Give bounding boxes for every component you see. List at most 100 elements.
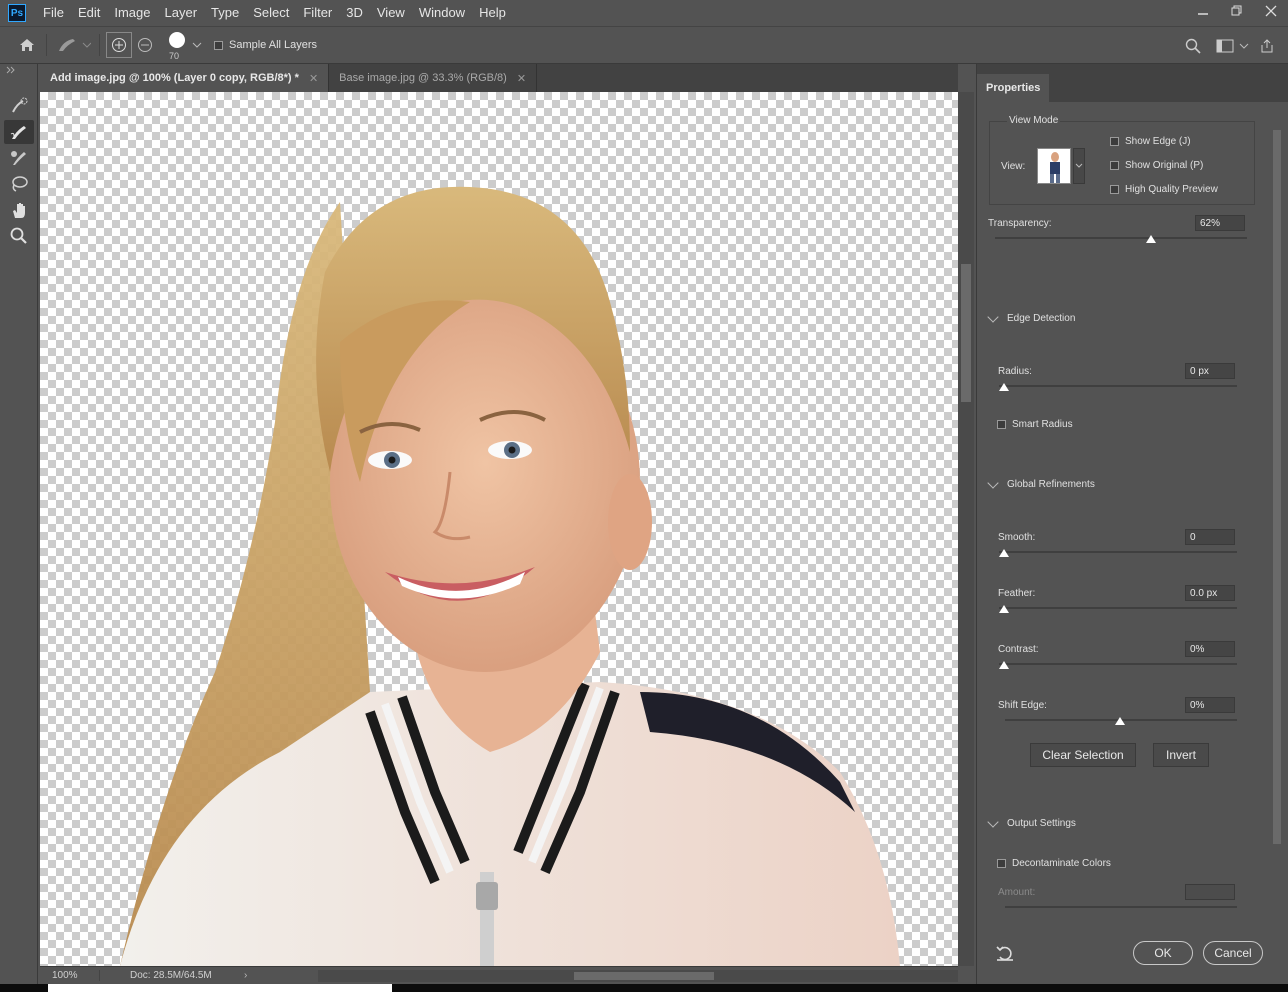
show-original-label: Show Original (P) <box>1125 160 1204 171</box>
transparency-field[interactable]: 62% <box>1195 215 1245 231</box>
amount-slider-track <box>1005 906 1237 908</box>
transparency-slider-knob[interactable] <box>1146 235 1157 243</box>
tool-preset-brush-icon[interactable] <box>53 32 93 58</box>
document-canvas[interactable] <box>40 92 958 966</box>
smooth-slider-knob[interactable] <box>999 549 1009 557</box>
menu-edit[interactable]: Edit <box>71 0 107 26</box>
decontaminate-colors-option[interactable]: Decontaminate Colors <box>997 858 1111 869</box>
panel-scrollbar[interactable] <box>1272 122 1282 982</box>
view-mode-dropdown-icon[interactable] <box>1073 148 1085 184</box>
subject-photo <box>120 186 900 966</box>
menu-window[interactable]: Window <box>412 0 472 26</box>
radius-slider-track[interactable] <box>999 385 1237 387</box>
contrast-field[interactable]: 0% <box>1185 641 1235 657</box>
menu-type[interactable]: Type <box>204 0 246 26</box>
shift-edge-label: Shift Edge: <box>998 700 1047 711</box>
amount-label: Amount: <box>998 887 1036 898</box>
smart-radius-option[interactable]: Smart Radius <box>997 419 1073 430</box>
lasso-tool-icon[interactable] <box>4 172 34 196</box>
canvas-vertical-scrollbar[interactable] <box>958 92 974 966</box>
shift-edge-field[interactable]: 0% <box>1185 697 1235 713</box>
smooth-field[interactable]: 0 <box>1185 529 1235 545</box>
close-icon[interactable] <box>1254 0 1288 22</box>
zoom-level[interactable]: 100% <box>40 970 100 981</box>
high-quality-preview-checkbox[interactable] <box>1110 185 1119 194</box>
brush-tool-icon[interactable] <box>4 146 34 170</box>
workspace-icon[interactable] <box>1212 33 1238 59</box>
transparency-slider-track[interactable] <box>995 237 1247 239</box>
smooth-slider-track[interactable] <box>999 551 1237 553</box>
global-refinements-header[interactable]: Global Refinements <box>987 476 1095 490</box>
properties-panel: Properties View Mode View: Show Edge (J)… <box>976 64 1288 984</box>
menu-3d[interactable]: 3D <box>339 0 370 26</box>
show-edge-option[interactable]: Show Edge (J) <box>1110 136 1191 147</box>
chevron-down-icon <box>987 476 999 489</box>
canvas-horizontal-scrollbar[interactable] <box>318 970 958 982</box>
contrast-slider-knob[interactable] <box>999 661 1009 669</box>
panel-collapse-icon[interactable] <box>0 64 37 92</box>
radius-field[interactable]: 0 px <box>1185 363 1235 379</box>
smart-radius-label: Smart Radius <box>1012 419 1073 430</box>
status-menu-chevron-icon[interactable]: › <box>244 970 247 981</box>
sample-all-layers-checkbox[interactable] <box>214 40 223 50</box>
minimize-icon[interactable] <box>1186 0 1220 22</box>
workspace-chevron-icon[interactable] <box>1238 33 1250 59</box>
doc-size: Doc: 28.5M/64.5M <box>130 970 212 981</box>
restore-icon[interactable] <box>1220 0 1254 22</box>
home-icon[interactable] <box>14 32 40 58</box>
separator <box>46 34 47 56</box>
scrollbar-thumb[interactable] <box>1273 130 1281 844</box>
brush-size-value: 70 <box>169 51 180 61</box>
contrast-slider-track[interactable] <box>999 663 1237 665</box>
radius-slider-knob[interactable] <box>999 383 1009 391</box>
subtract-from-selection-icon[interactable] <box>132 32 158 58</box>
invert-button[interactable]: Invert <box>1153 743 1209 767</box>
high-quality-preview-option[interactable]: High Quality Preview <box>1110 184 1218 195</box>
smart-radius-checkbox[interactable] <box>997 420 1006 429</box>
radius-label: Radius: <box>998 366 1032 377</box>
menu-file[interactable]: File <box>36 0 71 26</box>
quick-selection-tool-icon[interactable] <box>4 94 34 118</box>
brush-size-picker[interactable]: 70 <box>164 28 190 62</box>
close-tab-icon[interactable]: ✕ <box>309 72 318 85</box>
reset-icon[interactable] <box>995 944 1015 965</box>
tab-add-image[interactable]: Add image.jpg @ 100% (Layer 0 copy, RGB/… <box>40 64 330 92</box>
view-mode-thumbnail[interactable] <box>1037 148 1071 184</box>
menu-help[interactable]: Help <box>472 0 513 26</box>
hand-tool-icon[interactable] <box>4 198 34 222</box>
amount-field <box>1185 884 1235 900</box>
show-original-option[interactable]: Show Original (P) <box>1110 160 1203 171</box>
menu-layer[interactable]: Layer <box>158 0 205 26</box>
chevron-down-icon[interactable] <box>190 32 204 58</box>
options-bar: 70 Sample All Layers <box>0 26 1288 64</box>
show-original-checkbox[interactable] <box>1110 161 1119 170</box>
tab-properties[interactable]: Properties <box>977 74 1050 102</box>
sample-all-layers-option[interactable]: Sample All Layers <box>214 39 317 51</box>
refine-edge-brush-tool-icon[interactable] <box>4 120 34 144</box>
feather-slider-track[interactable] <box>999 607 1237 609</box>
smooth-label: Smooth: <box>998 532 1036 543</box>
decontaminate-colors-checkbox[interactable] <box>997 859 1006 868</box>
output-settings-header[interactable]: Output Settings <box>987 815 1076 829</box>
show-edge-checkbox[interactable] <box>1110 137 1119 146</box>
menu-image[interactable]: Image <box>107 0 157 26</box>
clear-selection-button[interactable]: Clear Selection <box>1030 743 1136 767</box>
search-icon[interactable] <box>1180 33 1206 59</box>
menu-select[interactable]: Select <box>246 0 296 26</box>
taskbar <box>0 984 1288 992</box>
add-to-selection-icon[interactable] <box>106 32 132 58</box>
shift-edge-slider-knob[interactable] <box>1115 717 1125 725</box>
ok-button[interactable]: OK <box>1133 941 1193 965</box>
edge-detection-header[interactable]: Edge Detection <box>987 310 1075 324</box>
feather-slider-knob[interactable] <box>999 605 1009 613</box>
share-icon[interactable] <box>1254 33 1280 59</box>
tab-base-image[interactable]: Base image.jpg @ 33.3% (RGB/8) ✕ <box>329 64 538 92</box>
cancel-button[interactable]: Cancel <box>1203 941 1263 965</box>
zoom-tool-icon[interactable] <box>4 224 34 248</box>
scrollbar-thumb[interactable] <box>961 264 971 402</box>
menu-view[interactable]: View <box>370 0 412 26</box>
close-tab-icon[interactable]: ✕ <box>517 72 526 85</box>
menu-filter[interactable]: Filter <box>296 0 339 26</box>
feather-field[interactable]: 0.0 px <box>1185 585 1235 601</box>
scrollbar-thumb[interactable] <box>574 972 714 980</box>
